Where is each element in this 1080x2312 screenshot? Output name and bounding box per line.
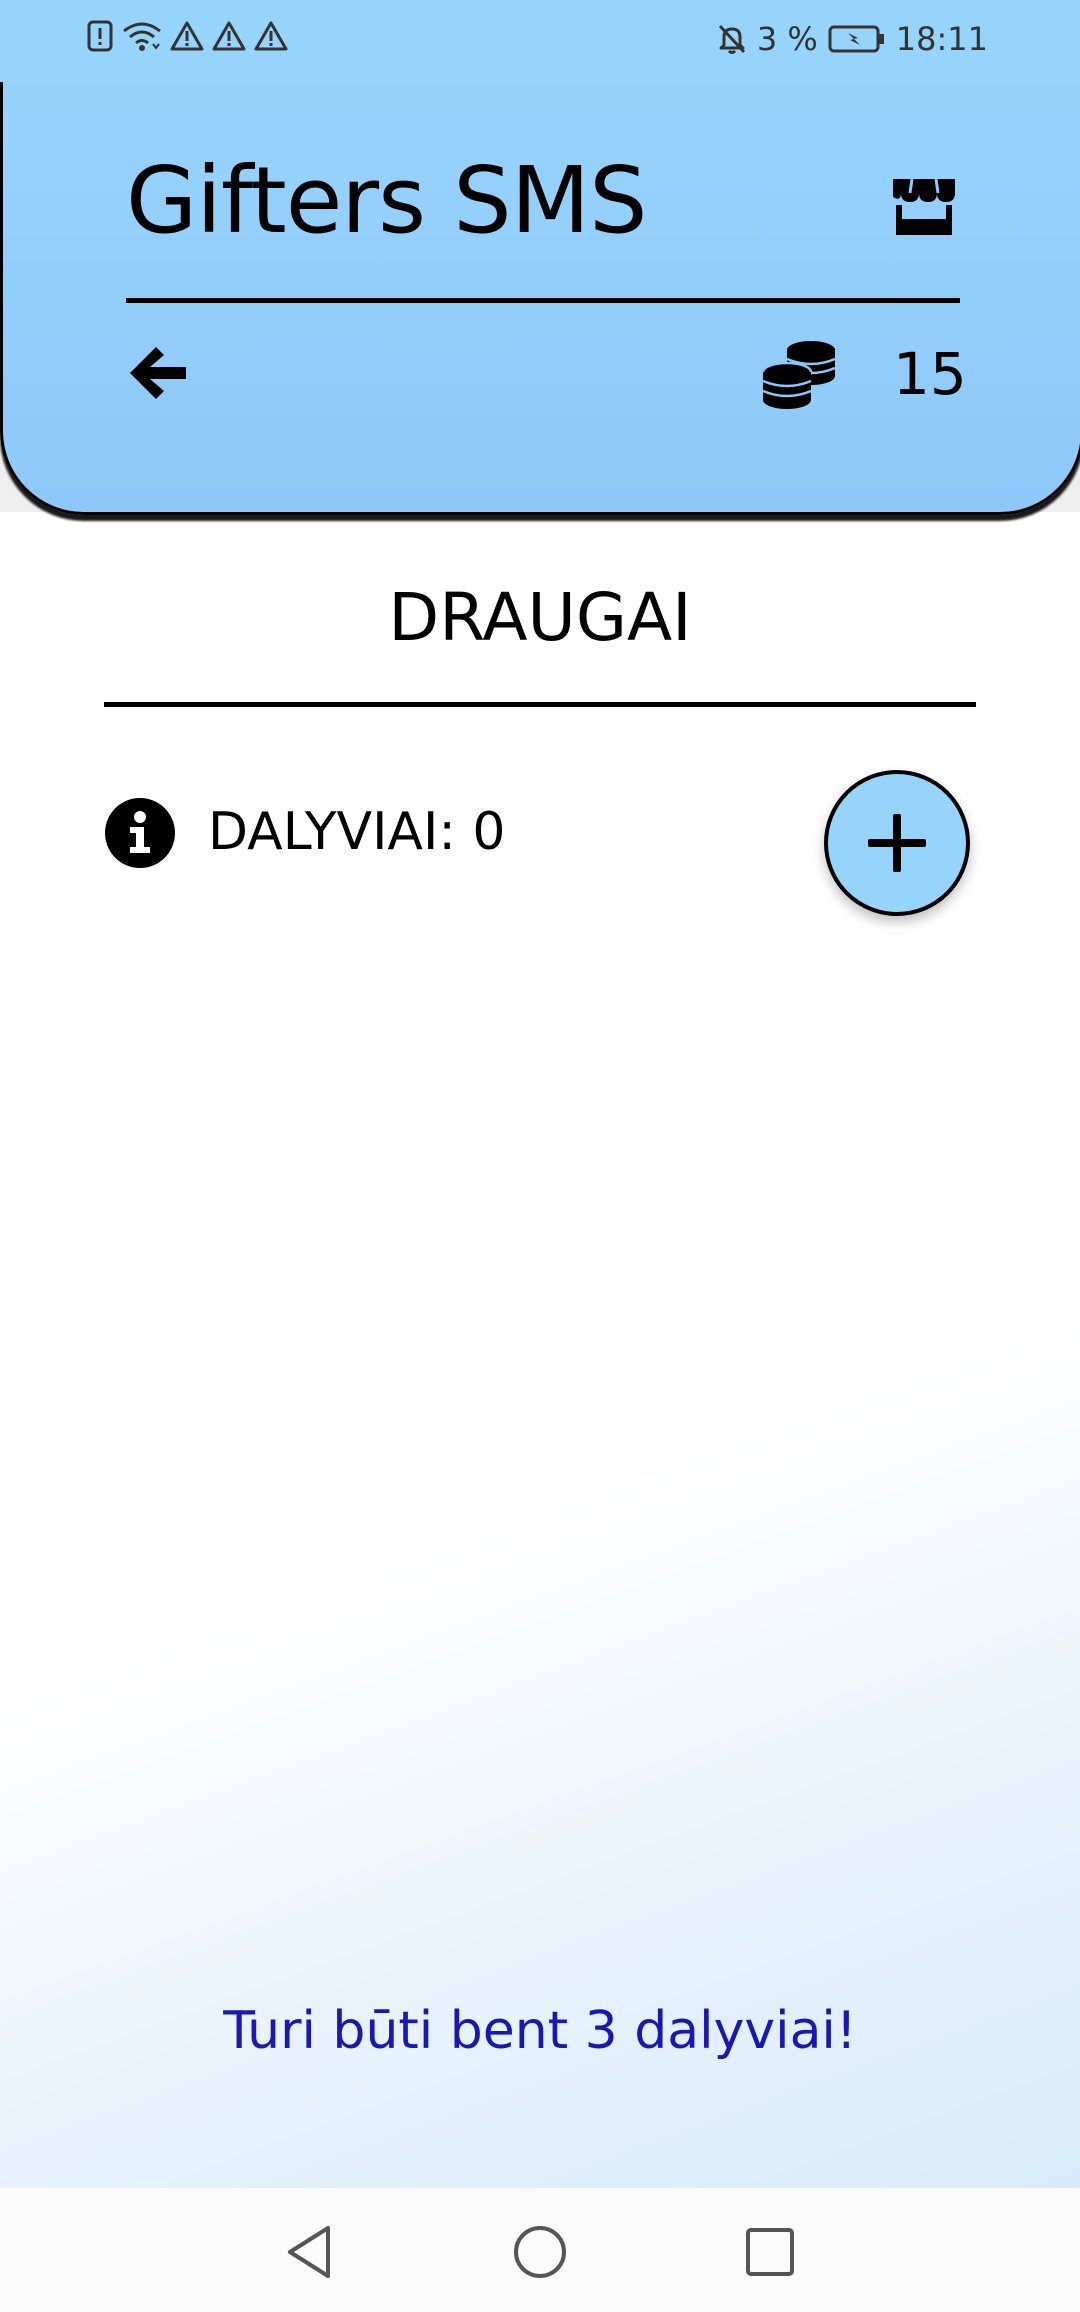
bell-off-icon — [717, 23, 747, 55]
back-triangle-icon[interactable] — [282, 2224, 338, 2280]
section-divider — [104, 702, 976, 707]
app-header: Gifters SMS 15 — [0, 60, 1080, 515]
store-icon[interactable] — [889, 175, 959, 237]
sim-alert-icon — [86, 20, 114, 52]
info-icon[interactable] — [104, 797, 176, 869]
home-circle-icon[interactable] — [512, 2224, 568, 2280]
warning-icon — [170, 20, 204, 52]
battery-percent: 3 % — [756, 20, 818, 58]
status-right: 3 % 18:11 — [717, 20, 988, 58]
plus-icon — [868, 814, 926, 872]
recents-square-icon[interactable] — [742, 2224, 798, 2280]
app-title: Gifters SMS — [126, 147, 647, 254]
battery-charging-icon — [828, 24, 886, 54]
warning-icon — [212, 20, 246, 52]
content-area — [0, 512, 1080, 2188]
arrow-left-icon[interactable] — [126, 343, 190, 403]
coin-count: 15 — [893, 340, 967, 408]
system-nav-bar — [0, 2188, 1080, 2312]
status-left-icons — [86, 20, 288, 52]
participants-count: DALYVIAI: 0 — [208, 802, 506, 862]
warning-message: Turi būti bent 3 dalyviai! — [223, 2001, 857, 2061]
status-bar: 3 % 18:11 — [0, 0, 1080, 82]
warning-icon — [254, 20, 288, 52]
section-title: DRAUGAI — [388, 579, 692, 656]
wifi-icon — [122, 20, 162, 52]
coins-icon — [761, 338, 837, 410]
add-participant-button[interactable] — [824, 770, 970, 916]
clock: 18:11 — [895, 20, 988, 58]
header-divider — [126, 298, 960, 303]
